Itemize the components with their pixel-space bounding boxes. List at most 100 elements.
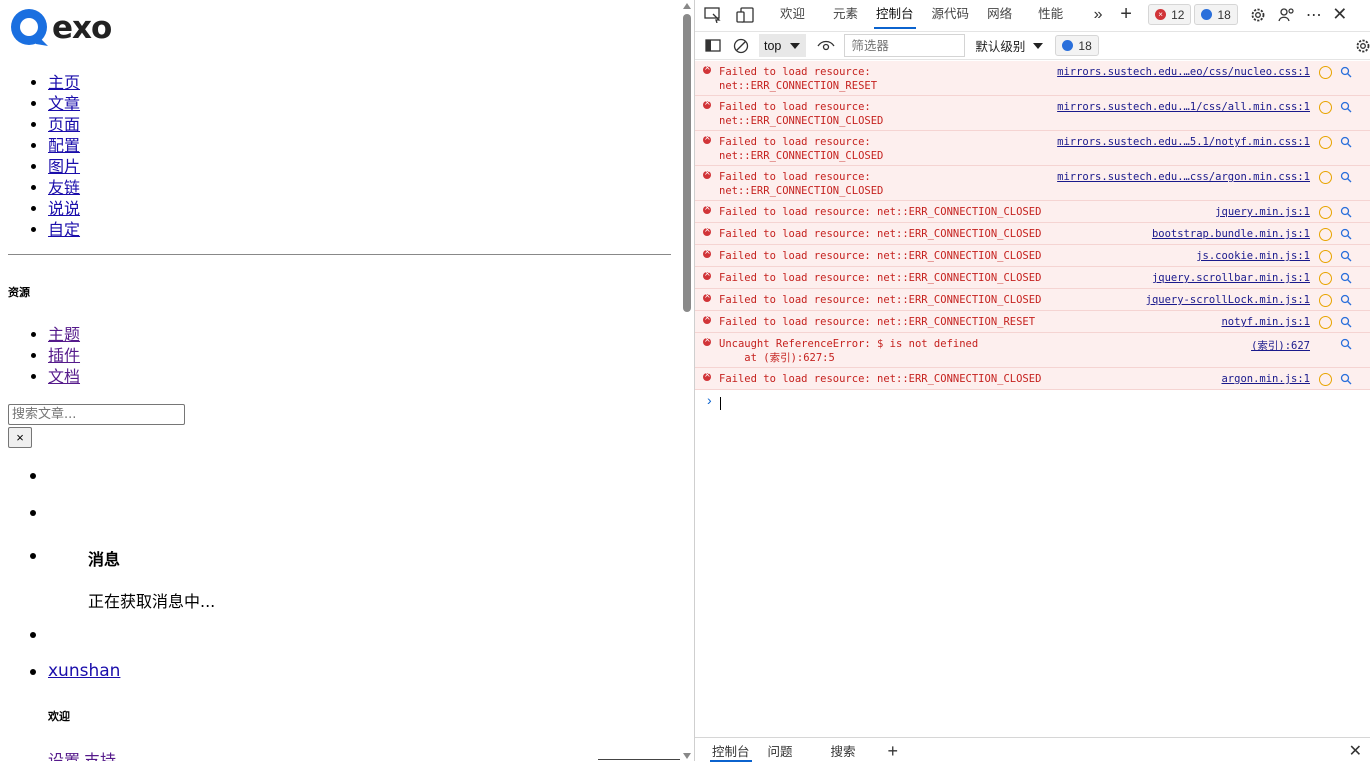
close-drawer-icon[interactable]: ✕ xyxy=(1340,738,1370,762)
console-settings-gear-icon[interactable] xyxy=(1351,34,1370,58)
search-icon[interactable] xyxy=(1340,272,1352,284)
search-icon[interactable] xyxy=(1340,294,1352,306)
resource-link[interactable]: 主题 xyxy=(48,325,80,344)
console-error-message[interactable]: Failed to load resource: net::ERR_CONNEC… xyxy=(695,201,1370,223)
console-error-message[interactable]: Failed to load resource: net::ERR_CONNEC… xyxy=(695,245,1370,267)
copilot-explain-icon[interactable] xyxy=(1319,373,1332,386)
more-tabs-chevron-icon[interactable]: » xyxy=(1086,3,1110,27)
log-level-select[interactable]: 默认级别 xyxy=(975,36,1044,55)
search-icon[interactable] xyxy=(1340,206,1352,218)
copilot-explain-icon[interactable] xyxy=(1319,316,1332,329)
message-source-link[interactable]: (索引):627 xyxy=(1251,338,1310,353)
inspect-element-icon[interactable] xyxy=(701,3,725,27)
copilot-explain-icon[interactable] xyxy=(1319,206,1332,219)
tab-welcome[interactable]: 欢迎 xyxy=(771,0,814,29)
resource-link[interactable]: 文档 xyxy=(48,367,80,386)
tab-sources[interactable]: 源代码 xyxy=(923,0,979,29)
copilot-explain-icon[interactable] xyxy=(1319,294,1332,307)
copilot-explain-icon[interactable] xyxy=(1319,228,1332,241)
nav-link[interactable]: 自定 xyxy=(48,220,80,239)
support-link[interactable]: 支持 xyxy=(84,751,116,761)
scroll-down-icon[interactable] xyxy=(683,753,691,759)
search-input[interactable] xyxy=(8,404,185,425)
search-icon[interactable] xyxy=(1340,338,1352,350)
user-link[interactable]: xunshan xyxy=(48,661,120,681)
copilot-explain-icon[interactable] xyxy=(1319,171,1332,184)
copilot-explain-icon[interactable] xyxy=(1319,250,1332,263)
message-source-link[interactable]: mirrors.sustech.edu.…1/css/all.min.css:1 xyxy=(1057,101,1310,113)
issues-badge[interactable]: 18 xyxy=(1055,35,1099,56)
copilot-explain-icon[interactable] xyxy=(1319,66,1332,79)
nav-link[interactable]: 说说 xyxy=(48,199,80,218)
live-expression-eye-icon[interactable] xyxy=(814,34,838,58)
message-source-link[interactable]: notyf.min.js:1 xyxy=(1221,316,1310,328)
message-source-link[interactable]: jquery.min.js:1 xyxy=(1215,206,1310,218)
clear-console-icon[interactable] xyxy=(729,34,753,58)
tab-console[interactable]: 控制台 xyxy=(867,0,923,29)
copilot-explain-icon[interactable] xyxy=(1319,272,1332,285)
scroll-up-icon[interactable] xyxy=(683,3,691,9)
scrollbar-thumb[interactable] xyxy=(683,14,691,312)
message-source-link[interactable]: js.cookie.min.js:1 xyxy=(1196,250,1310,262)
add-drawer-tab-plus-icon[interactable]: + xyxy=(879,738,908,762)
filter-input[interactable] xyxy=(844,34,966,57)
search-icon[interactable] xyxy=(1340,250,1352,262)
context-select[interactable]: top xyxy=(759,34,807,57)
search-icon[interactable] xyxy=(1340,101,1352,113)
resource-link[interactable]: 插件 xyxy=(48,346,80,365)
copilot-explain-icon[interactable] xyxy=(1319,101,1332,114)
nav-link[interactable]: 图片 xyxy=(48,157,80,176)
drawer-tab-issues[interactable]: 问题 xyxy=(759,738,802,762)
message-source-link[interactable]: mirrors.sustech.edu.…5.1/notyf.min.css:1 xyxy=(1057,136,1310,148)
close-devtools-icon[interactable]: ✕ xyxy=(1328,3,1352,27)
settings-link[interactable]: 设置 xyxy=(48,751,80,761)
search-icon[interactable] xyxy=(1340,228,1352,240)
nav-link[interactable]: 友链 xyxy=(48,178,80,197)
settings-gear-icon[interactable] xyxy=(1246,3,1270,27)
console-error-message[interactable]: Failed to load resource: net::ERR_CONNEC… xyxy=(695,311,1370,333)
console-error-message[interactable]: Failed to load resource: net::ERR_CONNEC… xyxy=(695,289,1370,311)
customize-share-icon[interactable] xyxy=(1274,3,1298,27)
console-error-message[interactable]: Failed to load resource: net::ERR_CONNEC… xyxy=(695,223,1370,245)
drawer-tab-search[interactable]: 搜索 xyxy=(822,738,865,762)
nav-link[interactable]: 文章 xyxy=(48,94,80,113)
console-error-message[interactable]: Failed to load resource:net::ERR_CONNECT… xyxy=(695,131,1370,166)
close-search-button[interactable]: × xyxy=(8,427,32,448)
message-source-link[interactable]: bootstrap.bundle.min.js:1 xyxy=(1152,228,1310,240)
search-icon[interactable] xyxy=(1340,316,1352,328)
device-emulation-icon[interactable] xyxy=(733,3,757,27)
console-error-message[interactable]: Failed to load resource:net::ERR_CONNECT… xyxy=(695,96,1370,131)
copilot-explain-icon[interactable] xyxy=(1319,136,1332,149)
console-error-message[interactable]: Failed to load resource: net::ERR_CONNEC… xyxy=(695,267,1370,289)
message-source-link[interactable]: mirrors.sustech.edu.…eo/css/nucleo.css:1 xyxy=(1057,66,1310,78)
tab-network[interactable]: 网络 xyxy=(978,0,1021,29)
add-tab-plus-icon[interactable]: + xyxy=(1114,3,1138,27)
site-logo[interactable]: exo xyxy=(10,8,112,48)
message-count-badge[interactable]: 18 xyxy=(1194,4,1238,25)
nav-link[interactable]: 配置 xyxy=(48,136,80,155)
message-source-link[interactable]: mirrors.sustech.edu.…css/argon.min.css:1 xyxy=(1057,171,1310,183)
page-scrollbar[interactable] xyxy=(680,0,694,761)
error-count-badge[interactable]: × 12 xyxy=(1148,4,1192,25)
console-error-message[interactable]: Failed to load resource:net::ERR_CONNECT… xyxy=(695,166,1370,201)
more-options-icon[interactable]: ⋯ xyxy=(1302,3,1326,27)
console-error-message[interactable]: Uncaught ReferenceError: $ is not define… xyxy=(695,333,1370,368)
console-error-message[interactable]: Failed to load resource: net::ERR_CONNEC… xyxy=(695,368,1370,390)
message-source-link[interactable]: jquery.scrollbar.min.js:1 xyxy=(1152,272,1310,284)
nav-link[interactable]: 主页 xyxy=(48,73,80,92)
tab-performance[interactable]: 性能 xyxy=(1029,0,1072,29)
message-source-link[interactable]: argon.min.js:1 xyxy=(1221,373,1310,385)
tab-elements[interactable]: 元素 xyxy=(824,0,867,29)
search-icon[interactable] xyxy=(1340,373,1352,385)
log-level-label: 默认级别 xyxy=(975,40,1026,54)
search-icon[interactable] xyxy=(1340,66,1352,78)
message-source-link[interactable]: jquery-scrollLock.min.js:1 xyxy=(1146,294,1310,306)
drawer-tab-console[interactable]: 控制台 xyxy=(703,738,759,762)
search-icon[interactable] xyxy=(1340,171,1352,183)
console-input-cursor[interactable] xyxy=(720,397,721,410)
devtools-toolbar: 欢迎 元素 控制台 源代码 网络 性能 » + × 12 18 ⋯ ✕ xyxy=(695,0,1370,29)
search-icon[interactable] xyxy=(1340,136,1352,148)
nav-link[interactable]: 页面 xyxy=(48,115,80,134)
sidebar-toggle-icon[interactable] xyxy=(701,34,725,58)
console-error-message[interactable]: Failed to load resource:net::ERR_CONNECT… xyxy=(695,61,1370,96)
